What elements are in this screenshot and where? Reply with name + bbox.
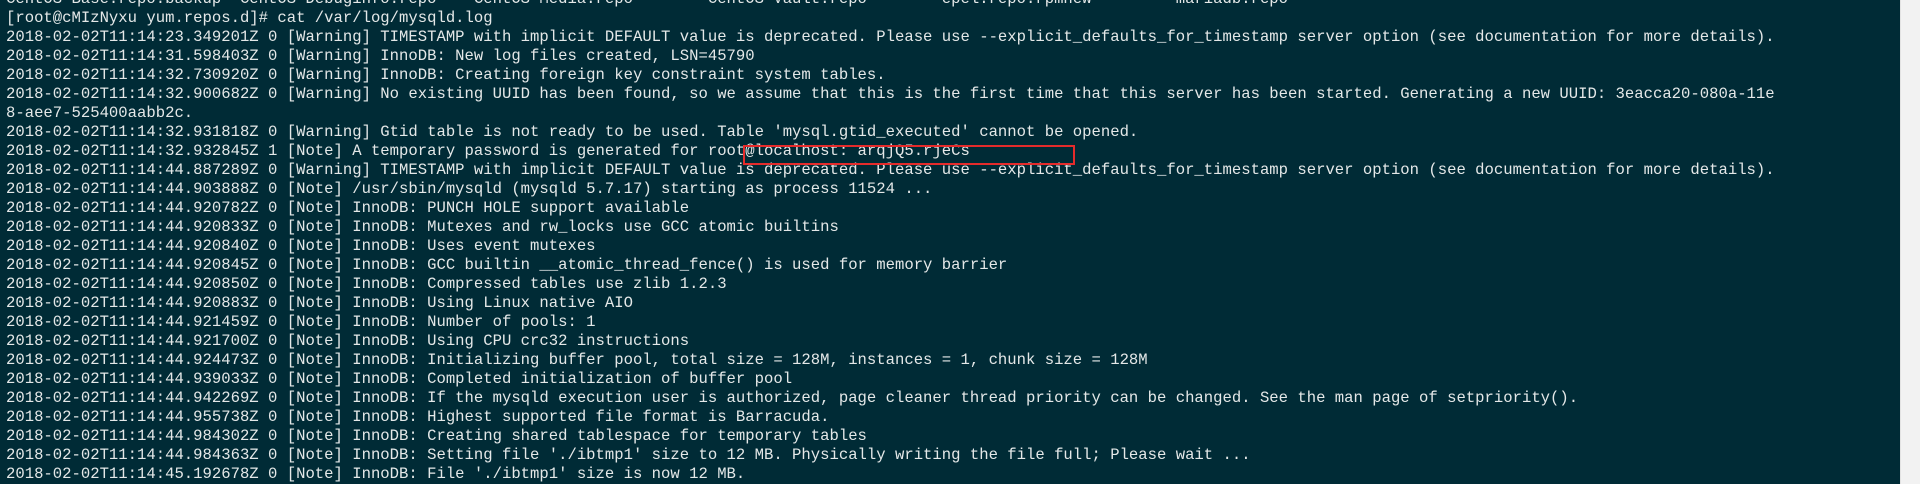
log-line: 2018-02-02T11:14:44.920850Z 0 [Note] Inn… bbox=[6, 275, 727, 293]
log-line: 2018-02-02T11:14:44.920782Z 0 [Note] Inn… bbox=[6, 199, 690, 217]
log-line: 2018-02-02T11:14:44.921700Z 0 [Note] Inn… bbox=[6, 332, 690, 350]
log-line: 2018-02-02T11:14:44.955738Z 0 [Note] Inn… bbox=[6, 408, 830, 426]
log-line: 2018-02-02T11:14:44.984363Z 0 [Note] Inn… bbox=[6, 446, 1251, 464]
log-line-wrapped: 8-aee7-525400aabb2c. bbox=[6, 104, 194, 122]
log-line: 2018-02-02T11:14:44.921459Z 0 [Note] Inn… bbox=[6, 313, 596, 331]
log-line: 2018-02-02T11:14:44.920840Z 0 [Note] Inn… bbox=[6, 237, 596, 255]
vertical-scrollbar[interactable] bbox=[1900, 0, 1920, 484]
terminal-line-file-listing: CentOS-Base.repo.backup CentOS-Debuginfo… bbox=[6, 0, 1775, 9]
log-line: 2018-02-02T11:14:32.931818Z 0 [Warning] … bbox=[6, 123, 1139, 141]
log-line: 2018-02-02T11:14:32.900682Z 0 [Warning] … bbox=[6, 85, 1775, 103]
log-line: 2018-02-02T11:14:45.192678Z 0 [Note] Inn… bbox=[6, 465, 746, 483]
log-line-temporary-password: 2018-02-02T11:14:32.932845Z 1 [Note] A t… bbox=[6, 142, 970, 160]
terminal-line-command: [root@cMIzNyxu yum.repos.d]# cat /var/lo… bbox=[6, 9, 493, 27]
log-line: 2018-02-02T11:14:44.942269Z 0 [Note] Inn… bbox=[6, 389, 1579, 407]
log-line: 2018-02-02T11:14:44.903888Z 0 [Note] /us… bbox=[6, 180, 933, 198]
log-line: 2018-02-02T11:14:44.920833Z 0 [Note] Inn… bbox=[6, 218, 839, 236]
log-line: 2018-02-02T11:14:44.920883Z 0 [Note] Inn… bbox=[6, 294, 633, 312]
log-line: 2018-02-02T11:14:23.349201Z 0 [Warning] … bbox=[6, 28, 1775, 46]
log-line: 2018-02-02T11:14:44.887289Z 0 [Warning] … bbox=[6, 161, 1775, 179]
log-line: 2018-02-02T11:14:44.939033Z 0 [Note] Inn… bbox=[6, 370, 793, 388]
log-line: 2018-02-02T11:14:44.924473Z 0 [Note] Inn… bbox=[6, 351, 1148, 369]
terminal-output[interactable]: CentOS-Base.repo.backup CentOS-Debuginfo… bbox=[6, 0, 1775, 484]
log-line: 2018-02-02T11:14:31.598403Z 0 [Warning] … bbox=[6, 47, 755, 65]
log-line: 2018-02-02T11:14:44.920845Z 0 [Note] Inn… bbox=[6, 256, 1008, 274]
terminal-window[interactable]: CentOS-Base.repo.backup CentOS-Debuginfo… bbox=[0, 0, 1900, 484]
log-line: 2018-02-02T11:14:44.984302Z 0 [Note] Inn… bbox=[6, 427, 867, 445]
log-line: 2018-02-02T11:14:32.730920Z 0 [Warning] … bbox=[6, 66, 886, 84]
